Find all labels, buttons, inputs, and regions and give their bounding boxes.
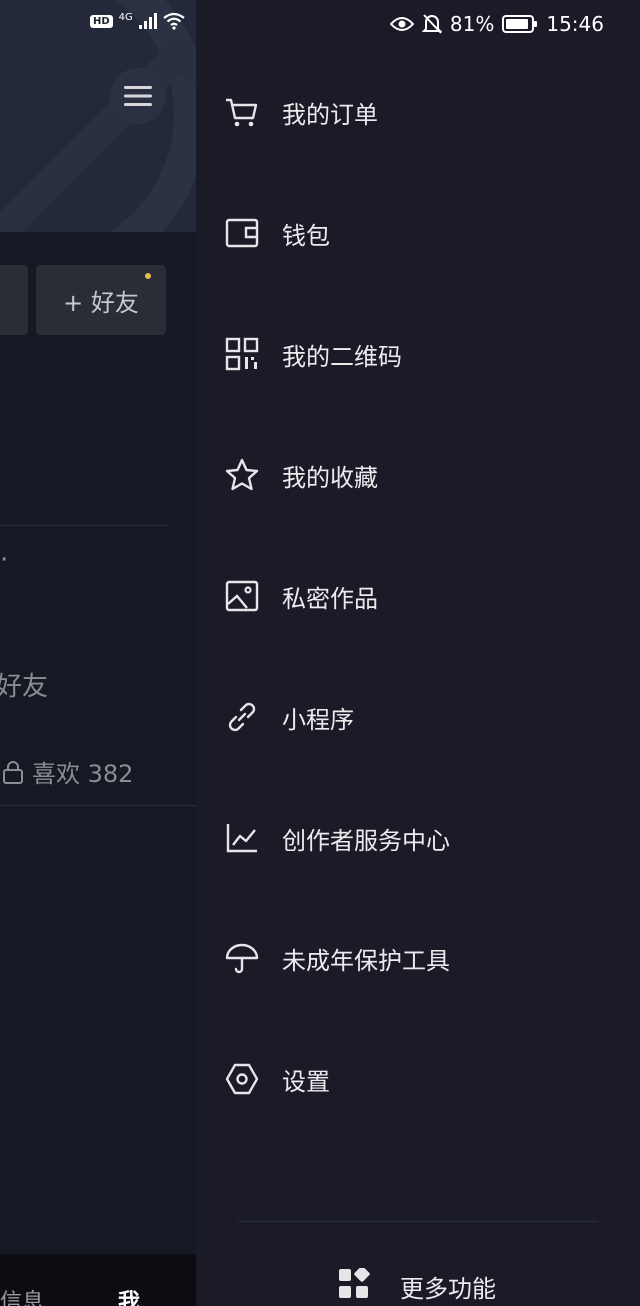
add-friend-button[interactable]: + 好友 (36, 265, 166, 335)
menu-item-label: 我的二维码 (282, 342, 402, 371)
hamburger-icon (124, 86, 152, 106)
notification-dot (145, 273, 151, 279)
eye-icon (389, 17, 414, 31)
star-icon (224, 457, 260, 493)
add-friend-label: + 好友 (63, 288, 139, 317)
settings-icon (224, 1061, 260, 1097)
hamburger-menu-button[interactable] (110, 68, 166, 124)
likes-tab[interactable]: 喜欢 382 (2, 754, 133, 789)
menu-item-favorites[interactable]: 我的收藏 (224, 445, 624, 505)
bottom-navigation: 信息 我 (0, 1254, 196, 1306)
profile-page-background: HD 4G + 好友 · 好友 喜欢 382 信息 我 (0, 0, 196, 1306)
menu-item-creator-center[interactable]: 创作者服务中心 (224, 808, 624, 868)
lock-icon (3, 760, 23, 784)
wallet-icon (224, 215, 260, 251)
more-features-button[interactable]: 更多功能 (338, 1266, 496, 1304)
menu-item-qrcode[interactable]: 我的二维码 (224, 324, 624, 384)
chart-icon (224, 820, 260, 856)
status-bar-right: 81% 15:46 (389, 12, 604, 36)
divider (0, 525, 168, 526)
umbrella-icon (224, 940, 260, 976)
apps-grid-icon (338, 1266, 370, 1304)
menu-item-label: 我的订单 (282, 100, 378, 129)
menu-item-label: 我的收藏 (282, 463, 378, 492)
more-features-label: 更多功能 (400, 1274, 496, 1303)
qrcode-icon (224, 336, 260, 372)
menu-item-label: 钱包 (282, 221, 330, 250)
divider (0, 805, 196, 806)
clock: 15:46 (546, 12, 604, 36)
side-drawer: 81% 15:46 我的订单 钱包 我的二维码 我的收藏 私密作品 小程序 创作… (196, 0, 640, 1306)
profile-header-banner (0, 0, 196, 232)
menu-item-mini-programs[interactable]: 小程序 (224, 687, 624, 747)
drawer-divider (238, 1221, 598, 1222)
friends-fragment: 好友 (0, 672, 49, 702)
nav-messages[interactable]: 信息 (0, 1284, 44, 1306)
menu-item-label: 未成年保护工具 (282, 946, 450, 975)
menu-item-orders[interactable]: 我的订单 (224, 82, 624, 142)
nav-me[interactable]: 我 (118, 1284, 140, 1306)
text-fragment: · (0, 545, 9, 575)
battery-percent: 81% (449, 12, 495, 36)
menu-item-label: 小程序 (282, 705, 354, 734)
status-bar-left: HD 4G (90, 12, 185, 30)
menu-item-label: 私密作品 (282, 584, 378, 613)
menu-item-label: 创作者服务中心 (282, 826, 450, 855)
wifi-icon (163, 12, 185, 30)
hd-badge: HD (90, 14, 113, 28)
battery-icon (502, 15, 538, 33)
image-icon (224, 578, 260, 614)
link-icon (224, 699, 260, 735)
menu-item-wallet[interactable]: 钱包 (224, 203, 624, 263)
edit-profile-button[interactable] (0, 265, 28, 335)
bell-muted-icon (421, 14, 442, 34)
menu-item-label: 设置 (282, 1067, 330, 1096)
menu-item-settings[interactable]: 设置 (224, 1049, 624, 1109)
cart-icon (224, 94, 260, 130)
menu-item-private-works[interactable]: 私密作品 (224, 566, 624, 626)
likes-label: 喜欢 382 (32, 760, 134, 788)
network-type: 4G (118, 12, 133, 23)
signal-icon (138, 13, 157, 29)
menu-item-minor-protection[interactable]: 未成年保护工具 (224, 928, 624, 988)
